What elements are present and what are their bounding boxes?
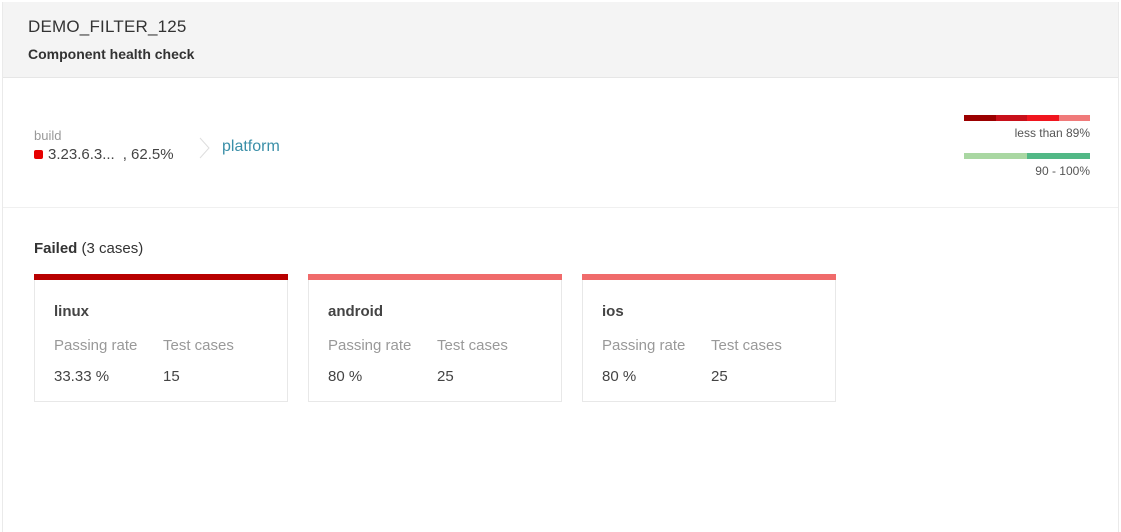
legend-segment	[995, 115, 1027, 121]
passing-rate-label: Passing rate	[54, 337, 138, 354]
passing-rate-value: 80 %	[328, 368, 363, 385]
legend-low-label: less than 89%	[1014, 126, 1090, 140]
passing-rate-value: 80 %	[602, 368, 637, 385]
card-status-bar	[34, 274, 288, 280]
build-summary: build 3.23.6.3... , 62.5% platform less …	[3, 79, 1118, 208]
build-version: 3.23.6.3...	[48, 146, 115, 163]
platform-link[interactable]: platform	[222, 138, 280, 156]
platform-card-linux[interactable]: linux Passing rate Test cases 33.33 % 15	[34, 274, 288, 402]
status-dot-icon	[34, 150, 43, 159]
card-title: ios	[602, 303, 624, 320]
failed-label: Failed	[34, 240, 78, 257]
legend-segment	[1027, 115, 1059, 121]
test-cases-label: Test cases	[437, 337, 508, 354]
legend-low-bar	[964, 115, 1090, 121]
legend-high-label: 90 - 100%	[1035, 164, 1090, 178]
card-status-bar	[308, 274, 562, 280]
page-title: DEMO_FILTER_125	[28, 17, 187, 36]
legend-high-bar	[964, 153, 1090, 159]
test-cases-value: 25	[437, 368, 454, 385]
passing-rate-label: Passing rate	[328, 337, 412, 354]
platform-card-android[interactable]: android Passing rate Test cases 80 % 25	[308, 274, 562, 402]
build-value: 3.23.6.3... , 62.5%	[34, 146, 174, 163]
test-cases-label: Test cases	[711, 337, 782, 354]
test-cases-value: 15	[163, 368, 180, 385]
card-status-bar	[582, 274, 836, 280]
legend-segment	[1058, 115, 1090, 121]
passing-rate-label: Passing rate	[602, 337, 686, 354]
page-subtitle: Component health check	[28, 46, 195, 62]
panel-header: DEMO_FILTER_125 Component health check	[3, 2, 1118, 78]
legend-segment	[964, 153, 1027, 159]
platform-card-ios[interactable]: ios Passing rate Test cases 80 % 25	[582, 274, 836, 402]
test-cases-label: Test cases	[163, 337, 234, 354]
card-title: linux	[54, 303, 90, 320]
dashboard-panel: DEMO_FILTER_125 Component health check b…	[2, 2, 1119, 532]
passing-rate-value: 33.33 %	[54, 368, 110, 385]
card-title: android	[328, 303, 383, 320]
failed-heading: Failed (3 cases)	[34, 240, 143, 257]
test-cases-value: 25	[711, 368, 728, 385]
build-label: build	[34, 128, 62, 143]
chevron-right-icon	[199, 137, 210, 159]
legend-segment	[964, 115, 996, 121]
legend-segment	[1027, 153, 1090, 159]
build-rate: , 62.5%	[122, 146, 174, 163]
failed-count: (3 cases)	[81, 240, 144, 257]
rate-legend: less than 89% 90 - 100%	[964, 115, 1090, 178]
